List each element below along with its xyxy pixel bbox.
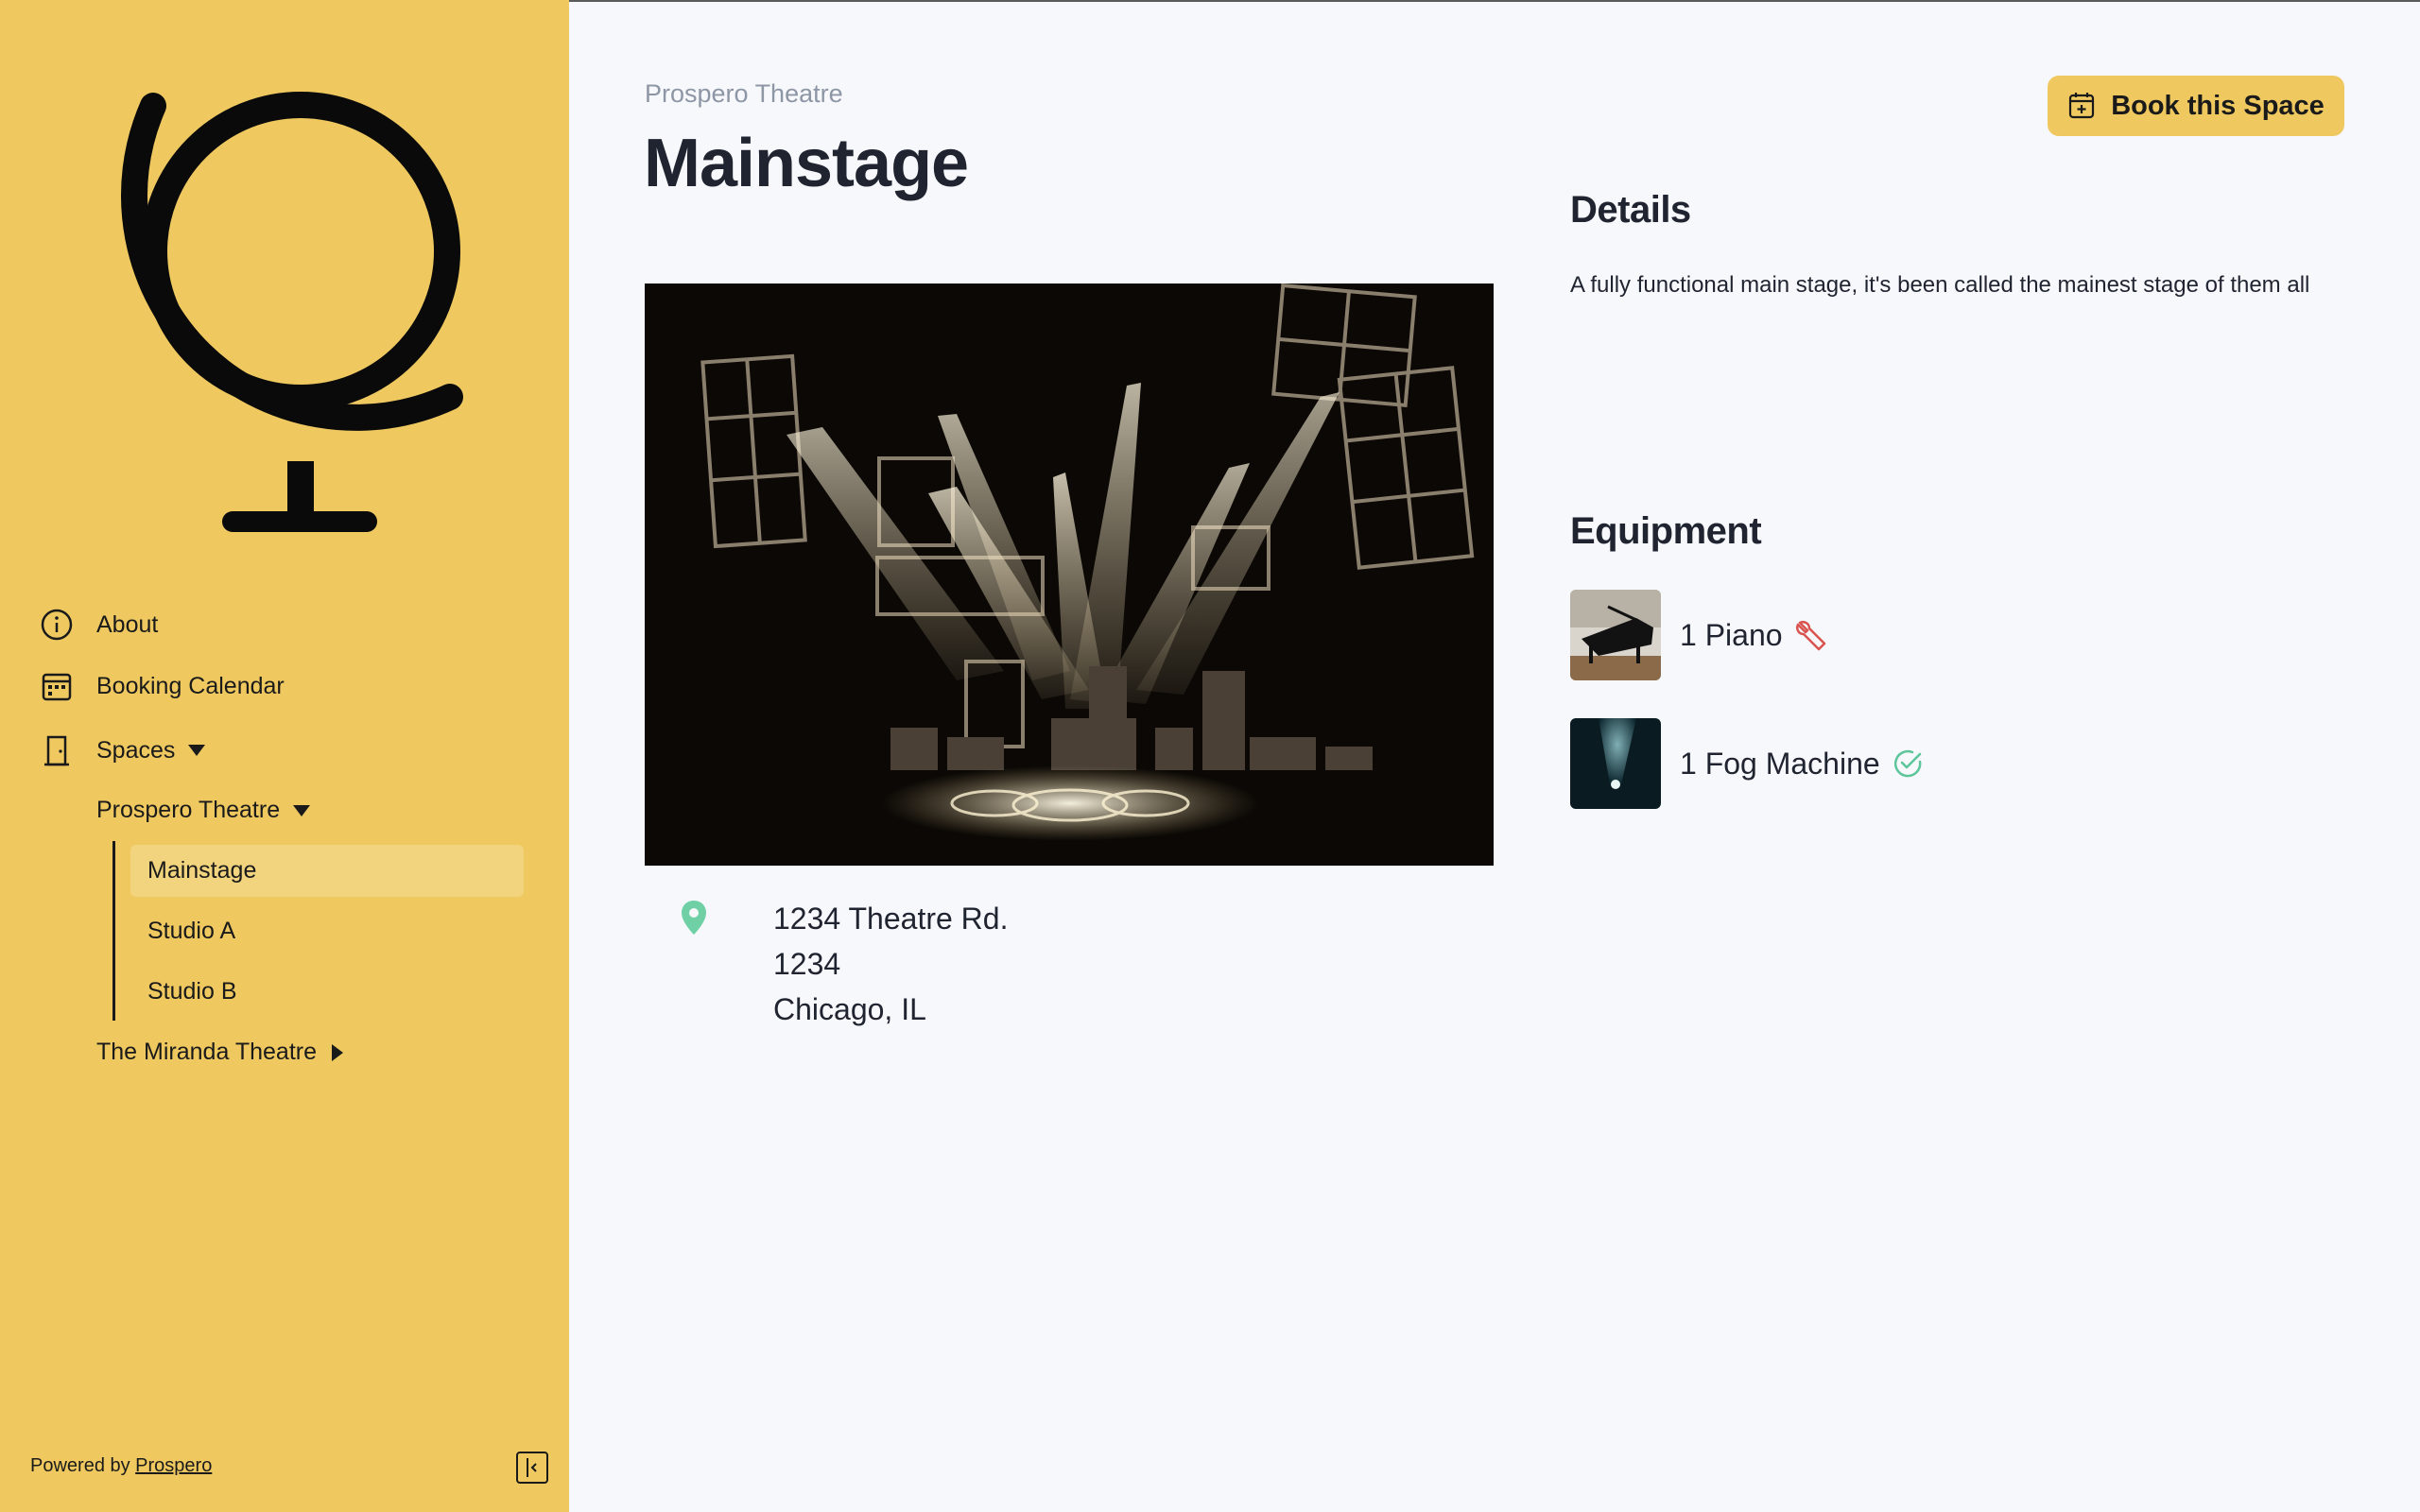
equipment-label: 1 Fog Machine (1680, 746, 1880, 781)
space-mainstage[interactable]: Mainstage (130, 845, 524, 897)
venue-miranda-theatre[interactable]: The Miranda Theatre (96, 1039, 343, 1066)
collapse-sidebar-button[interactable] (516, 1452, 548, 1484)
breadcrumb[interactable]: Prospero Theatre (645, 79, 843, 109)
nav-spaces[interactable]: Spaces (40, 733, 206, 767)
space-studio-b[interactable]: Studio B (130, 966, 524, 1018)
book-space-button[interactable]: Book this Space (2048, 76, 2344, 136)
nav-about-label: About (96, 610, 159, 638)
piano-thumbnail (1570, 590, 1661, 680)
equipment-item[interactable]: 1 Piano (1570, 590, 1826, 680)
book-space-label: Book this Space (2111, 90, 2325, 121)
fog-machine-thumbnail (1570, 718, 1661, 809)
space-label: Mainstage (147, 857, 257, 884)
address-line-1: 1234 Theatre Rd. (773, 902, 1009, 936)
door-icon (40, 733, 74, 767)
map-pin-icon (681, 896, 718, 1032)
page-title: Mainstage (644, 126, 969, 201)
nav-about[interactable]: About (40, 608, 158, 642)
address-line-2: 1234 (773, 947, 841, 981)
space-label: Studio B (147, 978, 237, 1005)
address-block: 1234 Theatre Rd. 1234 Chicago, IL (681, 896, 1008, 1032)
info-icon (40, 608, 74, 642)
venue-label: Prospero Theatre (96, 797, 281, 823)
details-description: A fully functional main stage, it's been… (1570, 272, 2310, 298)
check-circle-icon (1892, 747, 1924, 780)
collapse-icon (527, 1458, 537, 1477)
equipment-label: 1 Piano (1680, 617, 1783, 652)
powered-by-prefix: Powered by (30, 1455, 136, 1476)
equipment-item[interactable]: 1 Fog Machine (1570, 718, 1924, 809)
venue-label: The Miranda Theatre (96, 1039, 317, 1065)
powered-by: Powered by Prospero (30, 1455, 212, 1477)
tree-line (112, 841, 115, 1021)
prospero-link[interactable]: Prospero (135, 1455, 212, 1476)
sidebar: About Booking Calendar Spaces Prospero T… (0, 0, 569, 1512)
chevron-down-icon (293, 804, 311, 816)
nav-booking-calendar-label: Booking Calendar (96, 672, 285, 699)
nav-booking-calendar[interactable]: Booking Calendar (40, 669, 285, 703)
details-heading: Details (1570, 189, 1691, 231)
space-studio-a[interactable]: Studio A (130, 905, 524, 957)
wrench-icon (1794, 619, 1826, 651)
address-line-3: Chicago, IL (773, 992, 926, 1026)
globe-logo-icon[interactable] (66, 85, 463, 548)
venue-prospero-theatre[interactable]: Prospero Theatre (96, 797, 311, 824)
calendar-icon (40, 669, 74, 703)
space-label: Studio A (147, 918, 236, 944)
space-photo (645, 284, 1494, 866)
calendar-plus-icon (2067, 92, 2096, 120)
chevron-right-icon (332, 1043, 343, 1061)
nav-spaces-label: Spaces (96, 736, 176, 764)
equipment-heading: Equipment (1570, 510, 1762, 552)
chevron-down-icon (188, 745, 206, 756)
